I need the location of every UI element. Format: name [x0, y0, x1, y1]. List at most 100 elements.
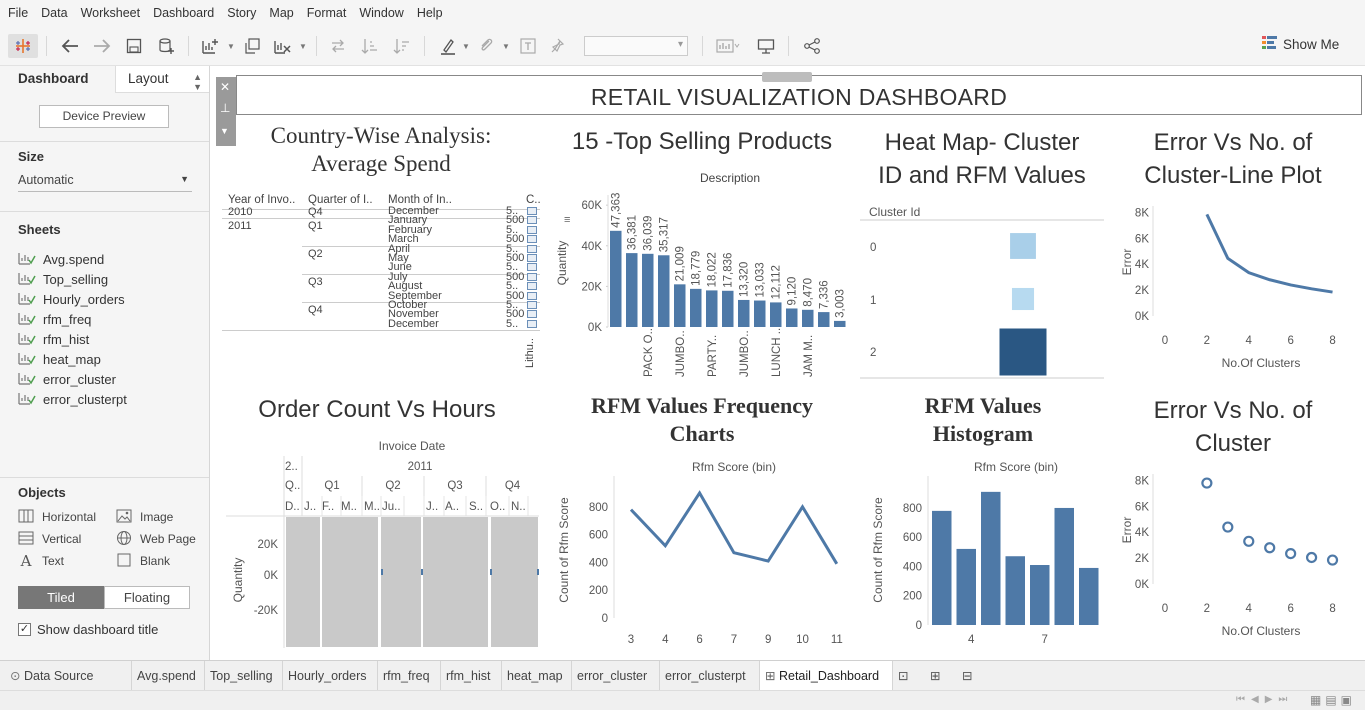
x-tick-label: 0	[1162, 603, 1168, 615]
sheet-item-error-clusterpt[interactable]: error_clusterpt	[18, 390, 127, 408]
object-label: Blank	[140, 554, 171, 568]
fit-dropdown[interactable]	[584, 36, 688, 56]
menu-dashboard[interactable]: Dashboard	[149, 6, 223, 20]
menu-worksheet[interactable]: Worksheet	[77, 6, 150, 20]
new-dashboard-tab-icon[interactable]: ⊞	[925, 661, 957, 691]
object-vertical[interactable]: Vertical	[18, 530, 81, 548]
toolbar-separator	[316, 36, 317, 56]
y-tick-label: 400	[589, 557, 608, 569]
tab-scroll-arrows-icon[interactable]: ▲ ▼	[193, 72, 202, 92]
new-worksheet-icon[interactable]	[198, 34, 222, 58]
y-axis-label: Quantity	[555, 241, 569, 286]
tab-rfm-hist[interactable]: rfm_hist	[441, 661, 502, 691]
duplicate-sheet-icon[interactable]	[240, 34, 264, 58]
sheet-item-top-selling[interactable]: Top_selling	[18, 270, 108, 288]
tab-rfm-freq[interactable]: rfm_freq	[378, 661, 441, 691]
heat-map-chart[interactable]: Cluster Id 0 1 2	[860, 200, 1106, 384]
sheet-item-avg-spend[interactable]: Avg.spend	[18, 250, 104, 268]
menu-story[interactable]: Story	[223, 6, 265, 20]
crosstab-row-line	[222, 218, 540, 219]
close-icon[interactable]: ✕	[220, 81, 230, 93]
tab-error-cluster[interactable]: error_cluster	[572, 661, 660, 691]
swap-icon[interactable]	[326, 34, 350, 58]
tab-avg-spend[interactable]: Avg.spend	[132, 661, 205, 691]
sheet-item-rfm-hist[interactable]: rfm_hist	[18, 330, 89, 348]
menu-file[interactable]: File	[4, 6, 37, 20]
sheet-item-error-cluster[interactable]: error_cluster	[18, 370, 116, 388]
sheet-item-hourly-orders[interactable]: Hourly_orders	[18, 290, 125, 308]
pin-icon[interactable]: ⊥	[220, 102, 230, 114]
forward-arrow-icon[interactable]	[90, 34, 114, 58]
object-web-page[interactable]: Web Page	[116, 530, 196, 548]
group-members-icon[interactable]	[474, 34, 498, 58]
y-tick-label: -20K	[254, 605, 279, 617]
tab-data-source[interactable]: ⊙ Data Source	[0, 661, 132, 691]
tab-dashboard[interactable]: Dashboard	[0, 66, 115, 93]
menu-format[interactable]: Format	[303, 6, 356, 20]
show-me-button[interactable]: Show Me	[1262, 36, 1339, 53]
data-label: 12,112	[771, 265, 783, 299]
object-horizontal[interactable]: Horizontal	[18, 508, 96, 526]
x-tick-label: PARTY..	[707, 335, 719, 377]
top-selling-chart[interactable]: Quantity ≡ 0K 20K 40K 60K 47,363 36,381 36,039 35…	[554, 185, 854, 380]
tiled-button[interactable]: Tiled	[18, 586, 104, 609]
sort-ascending-icon[interactable]	[358, 34, 382, 58]
tab-top-selling[interactable]: Top_selling	[205, 661, 283, 691]
bar	[738, 299, 750, 327]
sheet-item-rfm-freq[interactable]: rfm_freq	[18, 310, 91, 328]
sheet-view-toggle-icon[interactable]: ▦▤▣	[1310, 693, 1356, 707]
menu-data[interactable]: Data	[37, 6, 76, 20]
heat-map-title: Heat Map- Cluster ID and RFM Values	[860, 126, 1104, 192]
presentation-mode-icon[interactable]	[754, 34, 778, 58]
highlight-icon[interactable]	[436, 34, 460, 58]
sort-descending-icon[interactable]	[390, 34, 414, 58]
size-dropdown[interactable]: Automatic ▼	[18, 173, 192, 192]
show-cards-icon[interactable]	[712, 34, 744, 58]
highlight-dropdown-icon[interactable]: ▼	[462, 42, 470, 51]
year-label: 2011	[408, 461, 433, 473]
new-data-source-icon[interactable]	[154, 34, 178, 58]
sheet-item-heat-map[interactable]: heat_map	[18, 350, 101, 368]
tableau-logo-icon[interactable]	[8, 34, 38, 58]
sheet-navigation-icon[interactable]: ⏮◀▶⏭	[1236, 694, 1293, 705]
data-label: 18,779	[691, 251, 703, 286]
back-arrow-icon[interactable]	[58, 34, 82, 58]
share-icon[interactable]	[800, 34, 824, 58]
show-dashboard-title-checkbox[interactable]: ✓ Show dashboard title	[18, 622, 158, 637]
tab-label: Retail_Dashboard	[778, 669, 880, 683]
save-icon[interactable]	[122, 34, 146, 58]
fix-axes-icon[interactable]	[546, 34, 570, 58]
object-image[interactable]: Image	[116, 508, 173, 526]
menu-window[interactable]: Window	[355, 6, 412, 20]
show-labels-icon[interactable]	[516, 34, 540, 58]
crosstab-header-line	[222, 209, 540, 210]
x-tick-label: 2	[1204, 603, 1210, 615]
menu-map[interactable]: Map	[265, 6, 302, 20]
error-scatter-chart[interactable]: 0K 2K 4K 6K 8K Error 0 2 4 6 8 No.Of Clusters	[1115, 464, 1355, 644]
image-icon	[116, 509, 132, 526]
new-worksheet-tab-icon[interactable]: ⊡	[893, 661, 925, 691]
divider	[0, 211, 209, 212]
clear-sheet-dropdown-icon[interactable]: ▼	[299, 42, 307, 51]
new-worksheet-dropdown-icon[interactable]: ▼	[227, 42, 235, 51]
tab-error-clusterpt[interactable]: error_clusterpt	[660, 661, 760, 691]
y-tick-label: 600	[903, 532, 922, 544]
error-line-chart[interactable]: 0K 2K 4K 6K 8K Error 0 2 4 6 8 No.Of Clusters	[1115, 196, 1355, 376]
clear-sheet-icon[interactable]	[270, 34, 294, 58]
menu-help[interactable]: Help	[413, 6, 452, 20]
tab-layout[interactable]: Layout ▲ ▼	[115, 66, 209, 93]
floating-button[interactable]: Floating	[104, 586, 190, 609]
x-tick-label: 4	[1246, 603, 1253, 615]
device-preview-button[interactable]: Device Preview	[39, 105, 169, 128]
order-hours-chart[interactable]: Invoice Date 2.. 2011 Q.. Q1 Q2 Q3 Q4 D.. J.. F.. M…	[226, 436, 542, 648]
object-blank[interactable]: Blank	[116, 552, 170, 570]
tab-hourly-orders[interactable]: Hourly_orders	[283, 661, 378, 691]
new-story-tab-icon[interactable]: ⊟	[957, 661, 989, 691]
rfm-freq-chart[interactable]: Rfm Score (bin) 0 200 400 600 800 Count of Rfm…	[554, 458, 854, 650]
tab-heat-map[interactable]: heat_map	[502, 661, 572, 691]
rfm-hist-chart[interactable]: Rfm Score (bin) 0 200 400 600 800 Count of Rfm…	[866, 458, 1112, 650]
tab-retail-dashboard[interactable]: ⊞ Retail_Dashboard	[760, 661, 893, 691]
object-text[interactable]: A Text	[18, 552, 64, 570]
group-dropdown-icon[interactable]: ▼	[502, 42, 510, 51]
resize-grip[interactable]	[762, 72, 812, 82]
